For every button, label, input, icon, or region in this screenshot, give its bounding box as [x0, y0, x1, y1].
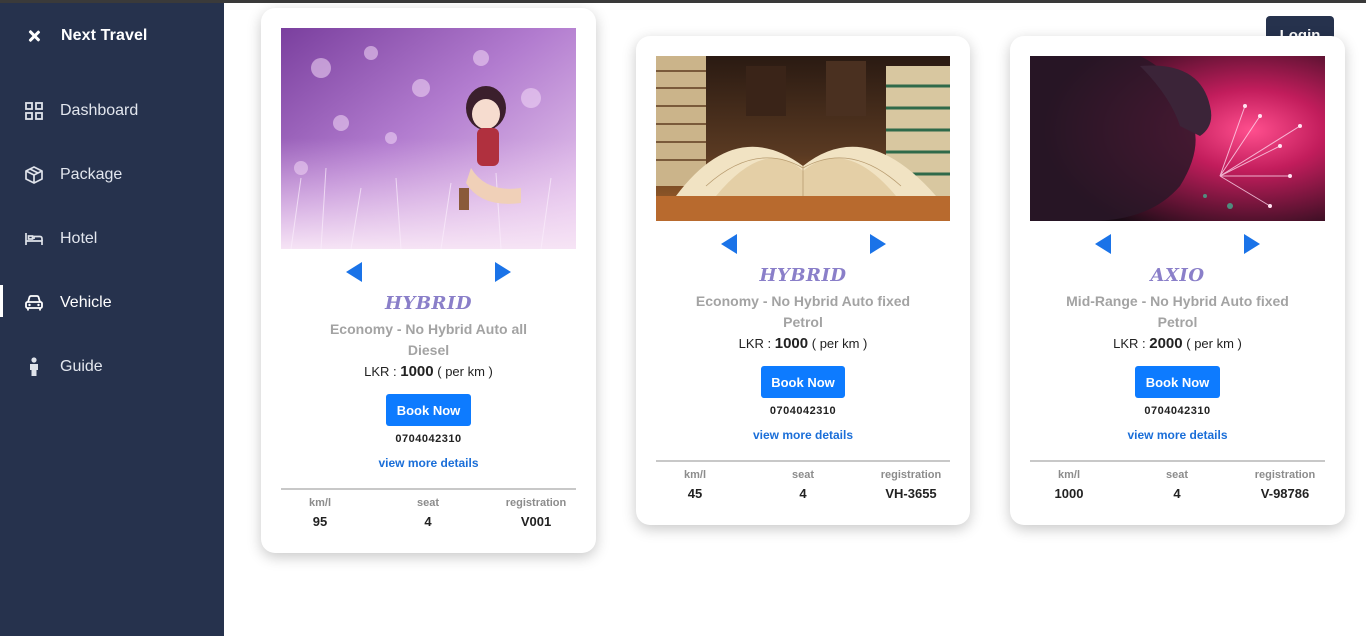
divider — [1030, 460, 1325, 462]
vehicle-description: Economy - No Hybrid Auto all Diesel — [329, 321, 528, 358]
sidebar-item-guide[interactable]: Guide — [0, 335, 224, 399]
vehicle-description: Mid-Range - No Hybrid Auto fixed Petrol — [1066, 293, 1289, 330]
price-amount: 2000 — [1149, 335, 1183, 352]
book-now-button[interactable]: Book Now — [386, 394, 471, 426]
app-title: Next Travel — [61, 27, 148, 44]
person-icon — [24, 357, 44, 377]
book-now-button[interactable]: Book Now — [1135, 366, 1220, 398]
book-now-button[interactable]: Book Now — [761, 366, 845, 398]
bed-icon — [24, 229, 44, 249]
image-carousel-controls — [261, 262, 596, 286]
price-amount: 1000 — [400, 363, 434, 380]
vehicle-card: HYBRID Economy - No Hybrid Auto all Dies… — [261, 8, 596, 553]
prev-arrow-icon[interactable] — [1095, 234, 1111, 254]
package-box-icon — [24, 165, 44, 185]
vehicle-image — [656, 56, 950, 221]
view-more-details-link[interactable]: view more details — [636, 428, 970, 442]
brand: Next Travel — [26, 27, 147, 45]
prev-arrow-icon[interactable] — [346, 262, 362, 282]
vehicle-name: HYBRID — [384, 293, 473, 314]
sidebar-item-package[interactable]: Package — [0, 143, 224, 207]
sidebar-item-vehicle[interactable]: Vehicle — [0, 271, 224, 335]
stat-seat: seat 4 — [416, 497, 440, 529]
grid-icon — [24, 101, 44, 121]
sidebar-item-label: Package — [60, 166, 123, 183]
view-more-details-link[interactable]: view more details — [261, 456, 596, 470]
next-arrow-icon[interactable] — [495, 262, 511, 282]
divider — [281, 488, 576, 490]
phone-number: 0704042310 — [1144, 405, 1211, 417]
vehicle-price: LKR : 1000 ( per km ) — [738, 335, 868, 352]
stat-registration: registration VH-3655 — [880, 469, 942, 501]
view-more-details-link[interactable]: view more details — [1010, 428, 1345, 442]
stat-seat: seat 4 — [791, 469, 815, 501]
image-carousel-controls — [636, 234, 970, 258]
sidebar-item-label: Guide — [60, 358, 103, 375]
sidebar: Next Travel Dashboard Package Hotel Vehi… — [0, 3, 224, 636]
sidebar-item-dashboard[interactable]: Dashboard — [0, 79, 224, 143]
vehicle-name: HYBRID — [759, 265, 847, 286]
sidebar-nav: Dashboard Package Hotel Vehicle Guide — [0, 79, 224, 399]
prev-arrow-icon[interactable] — [721, 234, 737, 254]
stat-registration: registration V-98786 — [1254, 469, 1316, 501]
next-arrow-icon[interactable] — [870, 234, 886, 254]
stat-registration: registration V001 — [505, 497, 567, 529]
vehicle-card: HYBRID Economy - No Hybrid Auto fixed Pe… — [636, 36, 970, 525]
phone-number: 0704042310 — [395, 433, 462, 445]
vehicle-name: AXIO — [1150, 265, 1205, 286]
vehicle-price: LKR : 2000 ( per km ) — [1113, 335, 1242, 352]
phone-number: 0704042310 — [769, 405, 837, 417]
close-icon[interactable] — [26, 28, 42, 44]
sidebar-item-label: Vehicle — [60, 294, 112, 311]
stat-km-per-litre: km/l 95 — [308, 497, 331, 529]
vehicle-image — [281, 28, 576, 249]
vehicle-price: LKR : 1000 ( per km ) — [364, 363, 493, 380]
vehicle-card: AXIO Mid-Range - No Hybrid Auto fixed Pe… — [1010, 36, 1345, 525]
next-arrow-icon[interactable] — [1244, 234, 1260, 254]
vehicle-description: Economy - No Hybrid Auto fixed Petrol — [695, 293, 911, 330]
vehicle-image — [1030, 56, 1325, 221]
sidebar-item-label: Hotel — [60, 230, 98, 247]
stat-km-per-litre: km/l 45 — [683, 469, 706, 501]
sidebar-item-hotel[interactable]: Hotel — [0, 207, 224, 271]
image-carousel-controls — [1010, 234, 1345, 258]
price-amount: 1000 — [774, 335, 809, 352]
car-icon — [24, 293, 44, 313]
sidebar-item-label: Dashboard — [60, 102, 139, 119]
divider — [656, 460, 950, 462]
stat-seat: seat 4 — [1165, 469, 1189, 501]
stat-km-per-litre: km/l 1000 — [1054, 469, 1084, 501]
